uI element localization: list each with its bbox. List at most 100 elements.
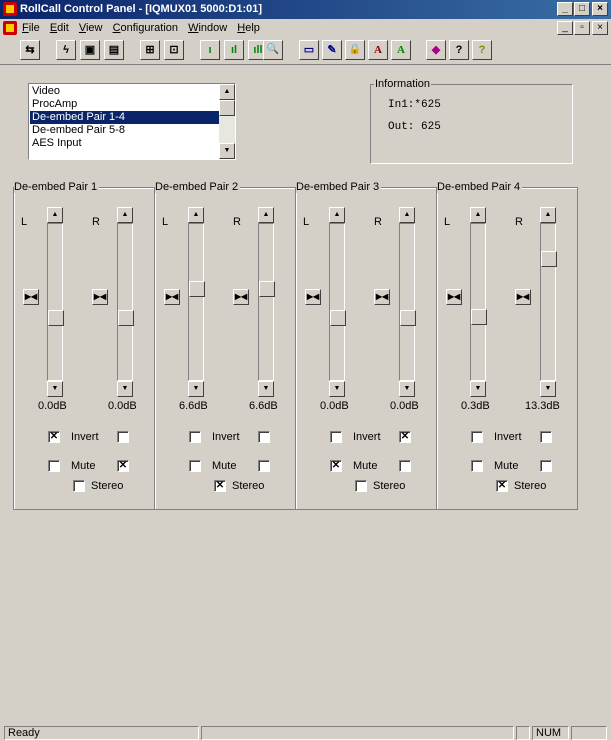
menu-view[interactable]: View (79, 22, 103, 34)
stereo-checkbox[interactable]: ✕ (496, 480, 508, 492)
menu-file[interactable]: File (22, 22, 40, 34)
fader-thumb[interactable] (118, 310, 134, 326)
mute-right-checkbox[interactable]: ✕ (117, 460, 129, 472)
left-gain-fader[interactable]: ▲ ▼ (470, 207, 487, 397)
fader-track[interactable] (540, 223, 557, 381)
fader-track[interactable] (399, 223, 416, 381)
font-a-green-icon[interactable]: A (391, 40, 411, 60)
invert-left-checkbox[interactable] (330, 431, 342, 443)
list-item[interactable]: ProcAmp (30, 98, 220, 111)
fader-thumb[interactable] (189, 281, 205, 297)
fader-up-arrow-icon[interactable]: ▲ (188, 207, 204, 223)
left-gain-fader[interactable]: ▲ ▼ (188, 207, 205, 397)
fader-up-arrow-icon[interactable]: ▲ (540, 207, 556, 223)
fader-down-arrow-icon[interactable]: ▼ (258, 381, 274, 397)
invert-right-checkbox[interactable] (540, 431, 552, 443)
fader-down-arrow-icon[interactable]: ▼ (399, 381, 415, 397)
save-all-icon[interactable]: ▤ (104, 40, 124, 60)
scroll-thumb[interactable] (219, 100, 235, 116)
left-gain-fader[interactable]: ▲ ▼ (47, 207, 64, 397)
save-icon[interactable]: ▣ (80, 40, 100, 60)
font-a-icon[interactable]: A (368, 40, 388, 60)
fader-track[interactable] (258, 223, 275, 381)
fader-track[interactable] (329, 223, 346, 381)
right-link-icon[interactable]: ▶◀ (233, 289, 249, 305)
scroll-down-arrow-icon[interactable]: ▼ (219, 143, 235, 159)
stereo-checkbox[interactable] (355, 480, 367, 492)
rollcall-app-icon[interactable] (3, 2, 17, 16)
lock-icon[interactable]: 🔒 (345, 40, 365, 60)
list-item-selected[interactable]: De-embed Pair 1-4 (30, 111, 220, 124)
right-link-icon[interactable]: ▶◀ (515, 289, 531, 305)
menu-help[interactable]: Help (237, 22, 260, 34)
invert-left-checkbox[interactable]: ✕ (48, 431, 60, 443)
fader-track[interactable] (470, 223, 487, 381)
list-item[interactable]: De-embed Pair 5-8 (30, 124, 220, 137)
mdi-close-button[interactable]: × (592, 21, 608, 35)
fader-thumb[interactable] (48, 310, 64, 326)
fader-down-arrow-icon[interactable]: ▼ (329, 381, 345, 397)
mute-left-checkbox[interactable] (471, 460, 483, 472)
device-icon[interactable]: ⊡ (164, 40, 184, 60)
stereo-checkbox[interactable]: ✕ (214, 480, 226, 492)
invert-right-checkbox[interactable]: ✕ (399, 431, 411, 443)
right-gain-fader[interactable]: ▲ ▼ (540, 207, 557, 397)
section-listbox[interactable]: Video ProcAmp De-embed Pair 1-4 De-embed… (28, 83, 236, 160)
fader-down-arrow-icon[interactable]: ▼ (117, 381, 133, 397)
eraser-icon[interactable]: ◆ (426, 40, 446, 60)
right-link-icon[interactable]: ▶◀ (374, 289, 390, 305)
stereo-checkbox[interactable] (73, 480, 85, 492)
mdi-minimize-button[interactable]: _ (557, 21, 573, 35)
close-button[interactable]: × (592, 2, 608, 16)
fader-thumb[interactable] (471, 309, 487, 325)
edit-icon[interactable]: ✎ (322, 40, 342, 60)
fader-up-arrow-icon[interactable]: ▲ (329, 207, 345, 223)
fader-thumb[interactable] (259, 281, 275, 297)
invert-right-checkbox[interactable] (117, 431, 129, 443)
right-gain-fader[interactable]: ▲ ▼ (399, 207, 416, 397)
right-link-icon[interactable]: ▶◀ (92, 289, 108, 305)
fader-down-arrow-icon[interactable]: ▼ (47, 381, 63, 397)
invert-right-checkbox[interactable] (258, 431, 270, 443)
fader-down-arrow-icon[interactable]: ▼ (188, 381, 204, 397)
help-dialog-icon[interactable]: ? (449, 40, 469, 60)
mdi-restore-button[interactable]: ▫ (574, 21, 590, 35)
list-item[interactable]: AES Input (30, 137, 220, 150)
right-gain-fader[interactable]: ▲ ▼ (258, 207, 275, 397)
fader-down-arrow-icon[interactable]: ▼ (540, 381, 556, 397)
mute-right-checkbox[interactable] (399, 460, 411, 472)
title-bar[interactable]: RollCall Control Panel - [IQMUX01 5000:D… (0, 0, 611, 19)
search-icon[interactable]: 🔍 (263, 40, 283, 60)
fader-track[interactable] (188, 223, 205, 381)
fader-up-arrow-icon[interactable]: ▲ (117, 207, 133, 223)
mute-left-checkbox[interactable] (189, 460, 201, 472)
fader-up-arrow-icon[interactable]: ▲ (470, 207, 486, 223)
fader-track[interactable] (47, 223, 64, 381)
mute-right-checkbox[interactable] (258, 460, 270, 472)
mute-right-checkbox[interactable] (540, 460, 552, 472)
book-icon[interactable]: ▭ (299, 40, 319, 60)
list-item[interactable]: Video (30, 85, 220, 98)
scroll-up-arrow-icon[interactable]: ▲ (219, 84, 235, 100)
right-gain-fader[interactable]: ▲ ▼ (117, 207, 134, 397)
left-link-icon[interactable]: ▶◀ (305, 289, 321, 305)
menu-configuration[interactable]: Configuration (113, 22, 178, 34)
fader-thumb[interactable] (330, 310, 346, 326)
mute-left-checkbox[interactable] (48, 460, 60, 472)
fader-thumb[interactable] (400, 310, 416, 326)
minimize-button[interactable]: _ (557, 2, 573, 16)
left-link-icon[interactable]: ▶◀ (23, 289, 39, 305)
left-link-icon[interactable]: ▶◀ (164, 289, 180, 305)
fader-up-arrow-icon[interactable]: ▲ (47, 207, 63, 223)
fader-thumb[interactable] (541, 251, 557, 267)
fader-down-arrow-icon[interactable]: ▼ (470, 381, 486, 397)
network-icon[interactable]: ⊞ (140, 40, 160, 60)
menu-window[interactable]: Window (188, 22, 227, 34)
help-icon[interactable]: ? (472, 40, 492, 60)
listbox-scrollbar[interactable]: ▲ ▼ (219, 84, 235, 159)
level-low-icon[interactable]: ı (200, 40, 220, 60)
mute-left-checkbox[interactable]: ✕ (330, 460, 342, 472)
maximize-button[interactable]: □ (574, 2, 590, 16)
document-icon[interactable] (3, 21, 17, 35)
fader-up-arrow-icon[interactable]: ▲ (258, 207, 274, 223)
